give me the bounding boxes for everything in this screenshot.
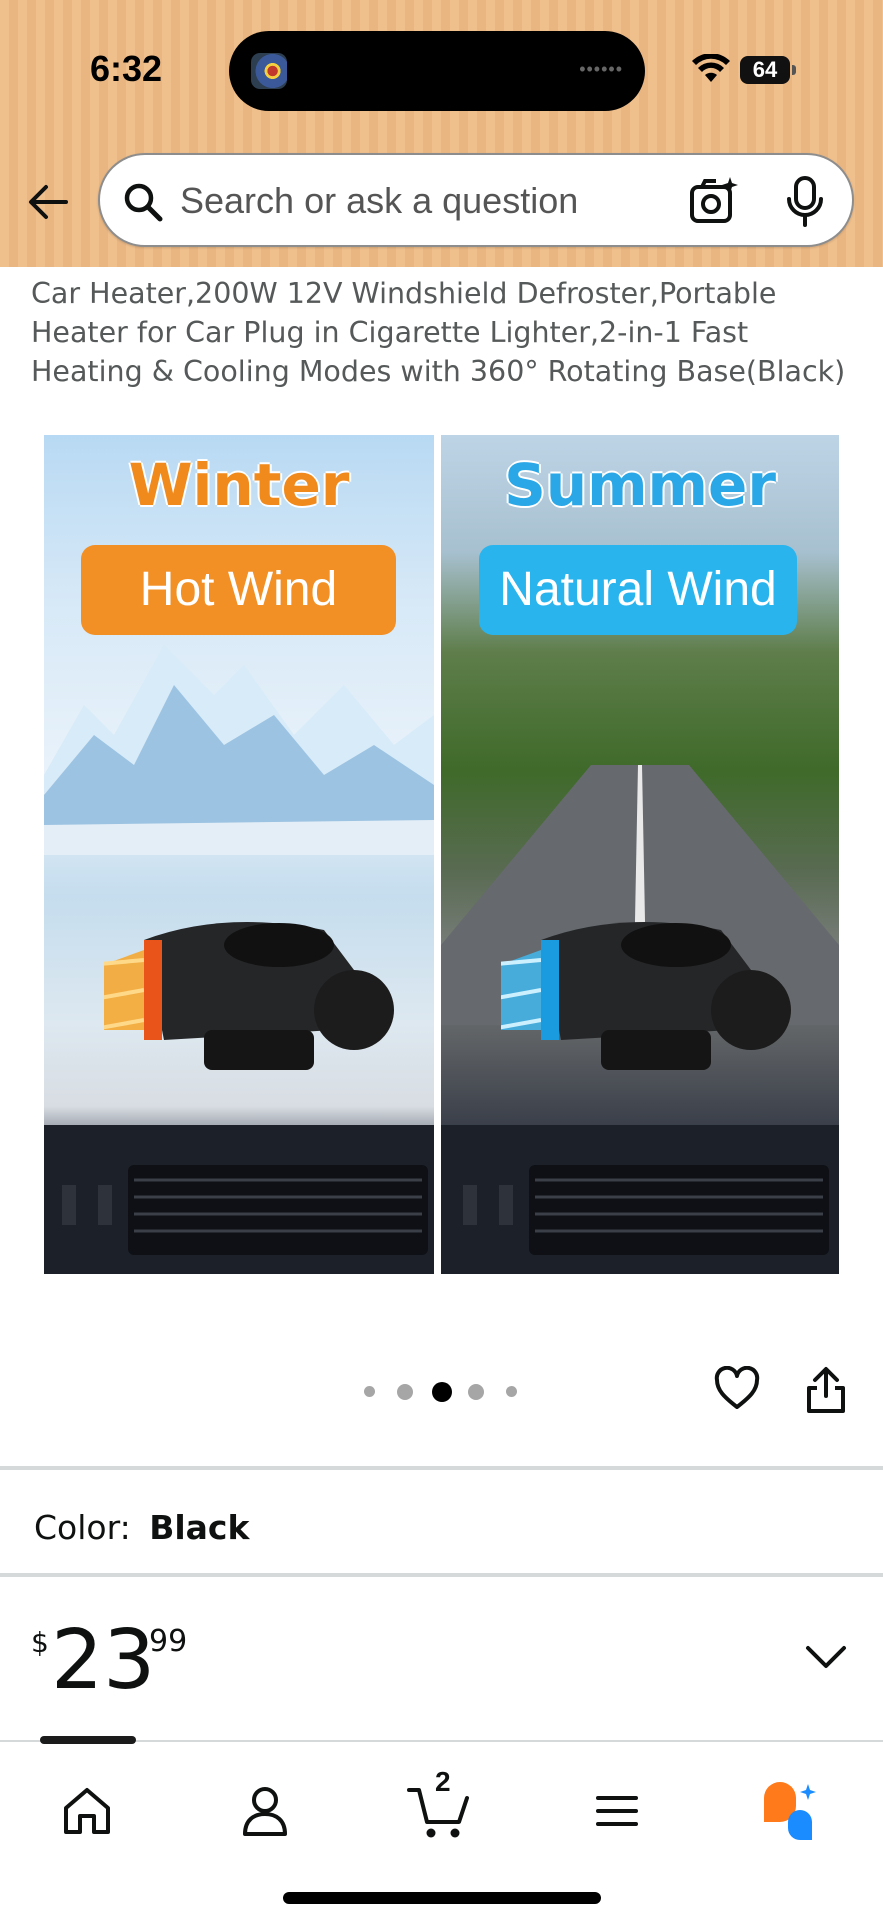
- color-selector[interactable]: Color: Black: [34, 1508, 249, 1547]
- active-tab-indicator: [40, 1736, 136, 1744]
- island-dots: ••••••: [579, 59, 623, 79]
- camera-search-icon[interactable]: [688, 175, 740, 227]
- summer-panel: Summer Natural Wind: [441, 435, 839, 1274]
- price-whole: 23: [51, 1613, 156, 1708]
- status-time: 6:32: [90, 48, 163, 89]
- account-icon[interactable]: [230, 1776, 300, 1846]
- image-divider: [434, 435, 441, 1274]
- hot-wind-badge: Hot Wind: [81, 545, 396, 635]
- share-icon[interactable]: [805, 1366, 847, 1414]
- carousel-dot-active[interactable]: [432, 1382, 452, 1402]
- carousel-dot[interactable]: [364, 1386, 375, 1397]
- winter-heading: Winter: [128, 451, 350, 519]
- carousel-dot[interactable]: [506, 1386, 517, 1397]
- rufus-ai-icon[interactable]: [756, 1776, 826, 1846]
- carousel-dot[interactable]: [468, 1384, 484, 1400]
- color-value: Black: [149, 1508, 250, 1547]
- dashboard-vents: [44, 1125, 434, 1274]
- snowy-mountain-graphic: [44, 645, 434, 855]
- menu-icon[interactable]: [582, 1776, 652, 1846]
- search-input[interactable]: [180, 177, 620, 225]
- chevron-down-icon[interactable]: [804, 1640, 848, 1672]
- search-bar[interactable]: [98, 153, 854, 247]
- price-fraction: 99: [149, 1624, 188, 1659]
- heater-cool-graphic: [501, 922, 791, 1070]
- price-currency: $: [31, 1626, 49, 1659]
- dashboard-vents: [441, 1125, 839, 1274]
- natural-wind-badge: Natural Wind: [479, 545, 797, 635]
- color-label: Color:: [34, 1508, 131, 1547]
- microphone-icon[interactable]: [782, 175, 828, 229]
- home-icon[interactable]: [52, 1776, 122, 1846]
- winter-panel: Winter Hot Wind: [44, 435, 434, 1274]
- product-image[interactable]: Winter Hot Wind Summer Natural Wind: [44, 435, 839, 1274]
- heart-icon[interactable]: [714, 1366, 760, 1412]
- section-divider: [0, 1466, 883, 1470]
- cart-count: 2: [435, 1766, 451, 1797]
- cart-button[interactable]: 2: [405, 1766, 475, 1846]
- header: 6:32 •••••• 64: [0, 0, 883, 267]
- wifi-icon: [692, 54, 730, 82]
- now-playing-app-icon: [251, 53, 287, 89]
- summer-heading: Summer: [504, 451, 776, 519]
- battery-indicator: 64: [740, 56, 796, 84]
- heater-hot-graphic: [104, 922, 394, 1070]
- home-indicator[interactable]: [283, 1892, 601, 1904]
- search-icon: [124, 183, 163, 222]
- back-arrow-icon[interactable]: [26, 180, 70, 224]
- section-divider: [0, 1573, 883, 1577]
- dynamic-island: ••••••: [229, 31, 645, 111]
- carousel-dot[interactable]: [397, 1384, 413, 1400]
- product-title[interactable]: Car Heater,200W 12V Windshield Defroster…: [31, 274, 861, 391]
